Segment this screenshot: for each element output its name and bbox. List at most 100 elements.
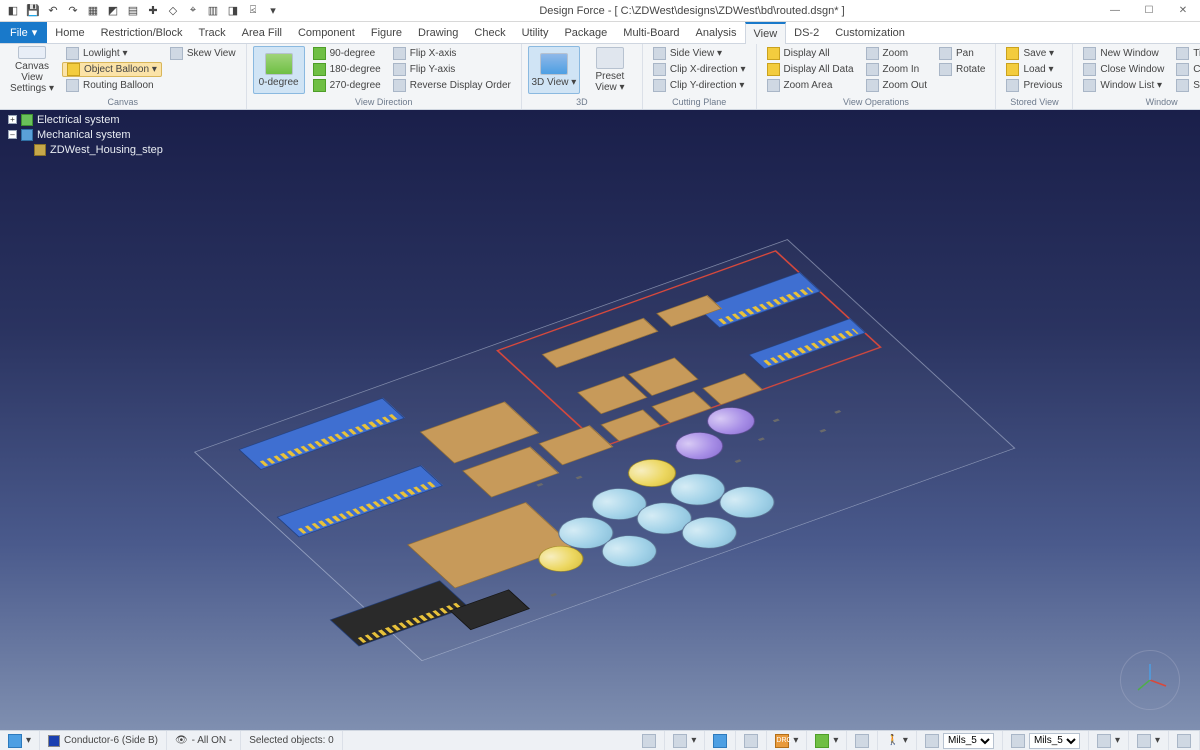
tree-node-electrical[interactable]: + Electrical system: [4, 112, 194, 127]
workspace: + Electrical system – Mechanical system …: [0, 110, 1200, 730]
status-tool[interactable]: [847, 731, 878, 750]
tab-home[interactable]: Home: [47, 22, 92, 43]
status-tool[interactable]: [634, 731, 665, 750]
tree-node-housing[interactable]: ZDWest_Housing_step: [4, 142, 194, 157]
zoom-button[interactable]: Zoom: [862, 46, 931, 61]
tab-package[interactable]: Package: [556, 22, 615, 43]
qat-icon[interactable]: ✚: [144, 2, 162, 20]
clip-y-button[interactable]: Clip Y-direction ▾: [649, 78, 750, 93]
180-degree-button[interactable]: 180-degree: [309, 62, 385, 77]
group-stored-view: Save ▾ Load ▾ Previous Stored View: [996, 44, 1073, 109]
status-tool[interactable]: [736, 731, 767, 750]
minimize-button[interactable]: —: [1098, 0, 1132, 22]
status-units-a[interactable]: Mils_5: [917, 731, 1003, 750]
status-mode[interactable]: ▾: [0, 731, 40, 750]
qat-icon[interactable]: ▦: [84, 2, 102, 20]
status-tool[interactable]: [705, 731, 736, 750]
sync-view-button[interactable]: Sync View: [1172, 78, 1200, 93]
close-window-button[interactable]: Close Window: [1079, 62, 1168, 77]
tree-node-mechanical[interactable]: – Mechanical system: [4, 127, 194, 142]
status-layer[interactable]: Conductor-6 (Side B): [40, 731, 167, 750]
qat-icon[interactable]: ▥: [204, 2, 222, 20]
axis-gizmo[interactable]: [1120, 650, 1180, 710]
status-drc[interactable]: DRC▾: [767, 731, 807, 750]
tab-component[interactable]: Component: [290, 22, 363, 43]
tab-analysis[interactable]: Analysis: [688, 22, 745, 43]
group-3d: 3D View ▾ Preset View ▾ 3D: [522, 44, 643, 109]
window-list-button[interactable]: Window List ▾: [1079, 78, 1168, 93]
flip-x-button[interactable]: Flip X-axis: [389, 46, 515, 61]
pcb-model: [194, 239, 1026, 671]
3d-view-button[interactable]: 3D View ▾: [528, 46, 580, 94]
status-tool[interactable]: ▾: [1129, 731, 1169, 750]
units-select-b[interactable]: Mils_5: [1029, 733, 1080, 749]
tab-restriction-block[interactable]: Restriction/Block: [93, 22, 191, 43]
tab-view[interactable]: View: [745, 22, 787, 44]
display-all-button[interactable]: Display All: [763, 46, 858, 61]
canvas-view-settings-button[interactable]: Canvas View Settings ▾: [6, 46, 58, 94]
qat-dropdown-icon[interactable]: ▾: [264, 2, 282, 20]
new-window-button[interactable]: New Window: [1079, 46, 1168, 61]
previous-view-button[interactable]: Previous: [1002, 78, 1066, 93]
window-controls: — ☐ ✕: [1098, 0, 1200, 22]
qat-icon[interactable]: ⍃: [244, 2, 262, 20]
qat-icon[interactable]: ◨: [224, 2, 242, 20]
zero-degree-button[interactable]: 0-degree: [253, 46, 305, 94]
quick-access-toolbar: ◧ 💾 ↶ ↷ ▦ ◩ ▤ ✚ ◇ ⌖ ▥ ◨ ⍃ ▾: [0, 2, 286, 20]
status-tool[interactable]: ▾: [1089, 731, 1129, 750]
skew-view-button[interactable]: Skew View: [166, 46, 240, 61]
tab-check[interactable]: Check: [466, 22, 513, 43]
qat-icon[interactable]: ▤: [124, 2, 142, 20]
save-view-button[interactable]: Save ▾: [1002, 46, 1066, 61]
lowlight-button[interactable]: Lowlight ▾: [62, 46, 162, 61]
routing-balloon-button[interactable]: Routing Balloon: [62, 78, 162, 93]
window-title: Design Force - [ C:\ZDWest\designs\ZDWes…: [286, 5, 1098, 17]
maximize-button[interactable]: ☐: [1132, 0, 1166, 22]
load-view-button[interactable]: Load ▾: [1002, 62, 1066, 77]
cascade-button[interactable]: Cascade: [1172, 62, 1200, 77]
tab-area-fill[interactable]: Area Fill: [234, 22, 290, 43]
tile-button[interactable]: Tile: [1172, 46, 1200, 61]
undo-icon[interactable]: ↶: [44, 2, 62, 20]
preset-view-button[interactable]: Preset View ▾: [584, 46, 636, 94]
group-title: Cutting Plane: [649, 96, 750, 109]
side-view-button[interactable]: Side View ▾: [649, 46, 750, 61]
flip-y-button[interactable]: Flip Y-axis: [389, 62, 515, 77]
qat-icon[interactable]: ◇: [164, 2, 182, 20]
tab-track[interactable]: Track: [191, 22, 234, 43]
qat-icon[interactable]: ⌖: [184, 2, 202, 20]
zoom-out-button[interactable]: Zoom Out: [862, 78, 931, 93]
status-tool[interactable]: ▾: [807, 731, 847, 750]
app-menu-icon[interactable]: ◧: [4, 2, 22, 20]
reverse-display-order-button[interactable]: Reverse Display Order: [389, 78, 515, 93]
tab-customization[interactable]: Customization: [827, 22, 913, 43]
clip-x-button[interactable]: Clip X-direction ▾: [649, 62, 750, 77]
units-select-a[interactable]: Mils_5: [943, 733, 994, 749]
tab-multi-board[interactable]: Multi-Board: [615, 22, 687, 43]
save-icon[interactable]: 💾: [24, 2, 42, 20]
object-balloon-button[interactable]: Object Balloon ▾: [62, 62, 162, 77]
status-tool[interactable]: 🚶▾: [878, 731, 916, 750]
file-tab[interactable]: File▾: [0, 22, 47, 43]
tab-utility[interactable]: Utility: [514, 22, 557, 43]
status-visibility[interactable]: 👁 - All ON -: [167, 731, 241, 750]
status-tool[interactable]: [1169, 731, 1200, 750]
display-all-data-button[interactable]: Display All Data: [763, 62, 858, 77]
270-degree-button[interactable]: 270-degree: [309, 78, 385, 93]
close-button[interactable]: ✕: [1166, 0, 1200, 22]
redo-icon[interactable]: ↷: [64, 2, 82, 20]
tab-ds2[interactable]: DS-2: [786, 22, 827, 43]
status-tool[interactable]: ▾: [665, 731, 705, 750]
pan-button[interactable]: Pan: [935, 46, 989, 61]
collapse-icon[interactable]: –: [8, 130, 17, 139]
qat-icon[interactable]: ◩: [104, 2, 122, 20]
tab-figure[interactable]: Figure: [363, 22, 410, 43]
status-units-b[interactable]: Mils_5: [1003, 731, 1089, 750]
rotate-button[interactable]: Rotate: [935, 62, 989, 77]
expand-icon[interactable]: +: [8, 115, 17, 124]
zoom-in-button[interactable]: Zoom In: [862, 62, 931, 77]
ninety-degree-button[interactable]: 90-degree: [309, 46, 385, 61]
tab-drawing[interactable]: Drawing: [410, 22, 466, 43]
zoom-area-button[interactable]: Zoom Area: [763, 78, 858, 93]
3d-canvas[interactable]: [0, 110, 1200, 730]
